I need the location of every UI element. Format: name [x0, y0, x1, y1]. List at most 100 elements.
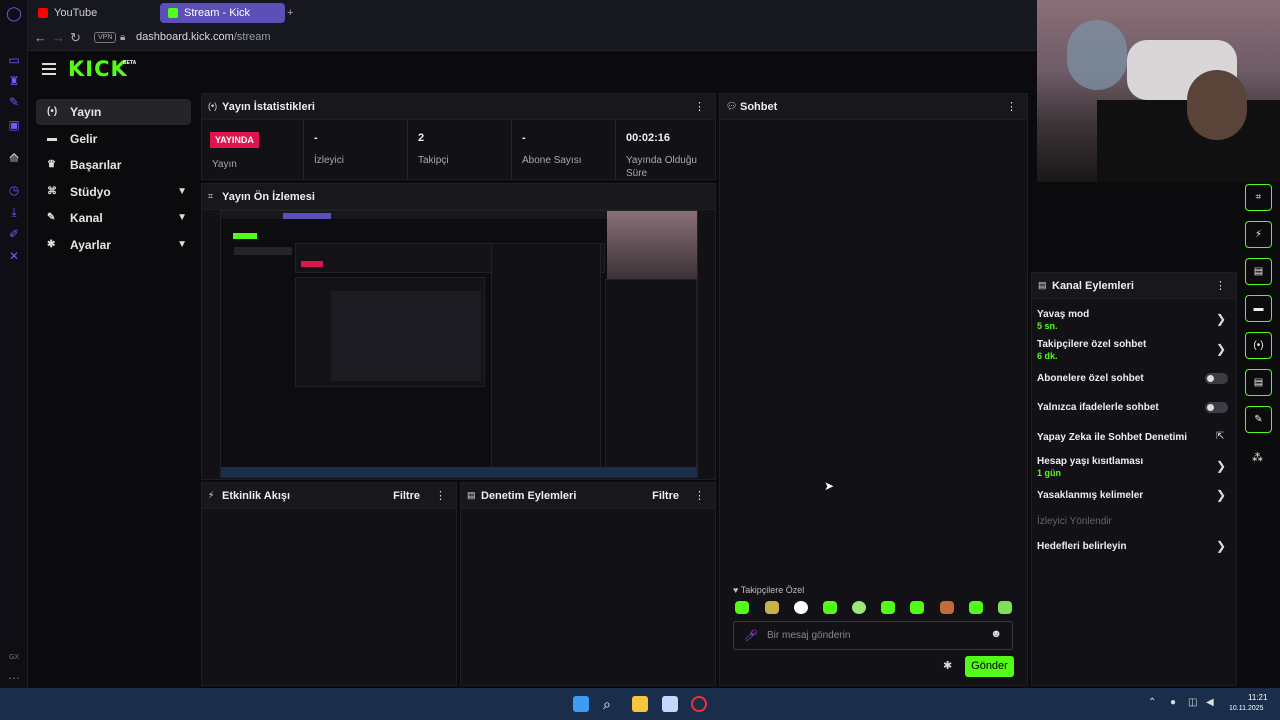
chevron-right-icon[interactable]: ❯	[1216, 342, 1226, 356]
subscribers-only-toggle[interactable]	[1205, 373, 1228, 384]
rail-pencil-icon[interactable]: ✎	[6, 94, 22, 110]
chat-settings-icon[interactable]: ✱	[943, 659, 952, 672]
action-followers-only[interactable]: Takipçilere özel sohbet 6 dk.	[1037, 339, 1146, 361]
browser-side-rail: ◯ ▭ ♜ ✎ ▣ ⟰ ◷ ⤓ ✐ ✕ GX ⋯	[0, 0, 28, 688]
action-set-goals[interactable]: Hedefleri belirleyin	[1037, 541, 1126, 552]
send-button[interactable]: Gönder	[965, 656, 1014, 677]
chat-placeholder: Bir mesaj gönderin	[767, 630, 851, 641]
address-bar: ← → ↻ VPN 🔒︎ dashboard.kick.com/stream	[28, 25, 1038, 51]
panel-title: Sohbet	[740, 101, 778, 113]
broadcast-icon: (•)	[47, 106, 58, 117]
chevron-right-icon[interactable]: ❯	[1216, 488, 1226, 502]
sidebar-item-studyo[interactable]: ⌘ Stüdyo ▼	[36, 179, 191, 205]
filter-button[interactable]: Filtre	[652, 490, 679, 502]
emotes-only-toggle[interactable]	[1205, 402, 1228, 413]
stats-toggle-icon[interactable]: (•)	[1245, 332, 1272, 359]
microphone-tray-icon[interactable]: ●	[1170, 697, 1176, 708]
preview-toggle-icon[interactable]: ⌗	[1245, 184, 1272, 211]
tray-chevron-icon[interactable]: ⌃	[1148, 697, 1156, 708]
rail-messenger-icon[interactable]: ▭	[6, 52, 22, 68]
chevron-right-icon[interactable]: ❯	[1216, 539, 1226, 553]
action-account-age[interactable]: Hesap yaşı kısıtlaması 1 gün	[1037, 456, 1143, 478]
rail-more-icon[interactable]: ⋯	[6, 670, 22, 686]
emote-button[interactable]	[998, 601, 1012, 614]
rail-edit-icon[interactable]: ✐	[6, 226, 22, 242]
emote-button[interactable]	[823, 601, 837, 614]
stat-value: 00:02:16	[626, 132, 671, 144]
emote-button[interactable]	[735, 601, 749, 614]
action-slow-mode[interactable]: Yavaş mod 5 sn.	[1037, 309, 1089, 331]
rail-tools-icon[interactable]: ✕	[6, 248, 22, 264]
dashboard-sidebar: (•) Yayın ▬ Gelir ♛ Başarılar ⌘ Stüdyo ▼ ✎ Kan…	[28, 91, 198, 688]
windows-start-icon[interactable]	[573, 696, 589, 712]
back-icon[interactable]: ←	[34, 30, 47, 45]
activity-toggle-icon[interactable]: ⚡︎	[1245, 221, 1272, 248]
clock-date[interactable]: 10.11.2025	[1229, 705, 1264, 712]
emote-button[interactable]	[969, 601, 983, 614]
forward-icon[interactable]: →	[52, 30, 65, 45]
layout-icon[interactable]: ⁂	[1252, 451, 1263, 464]
kick-logo[interactable]: KICK	[68, 57, 128, 81]
sidebar-item-yayin[interactable]: (•) Yayın	[36, 99, 191, 125]
channel-actions-toggle-icon[interactable]: ▤	[1245, 369, 1272, 396]
chat-toggle-icon[interactable]: ▬	[1245, 295, 1272, 322]
more-options-icon[interactable]: ⋮	[694, 100, 705, 113]
sidebar-item-ayarlar[interactable]: ✱ Ayarlar ▼	[36, 232, 191, 258]
chevron-right-icon[interactable]: ❯	[1216, 312, 1226, 326]
action-label: Abonelere özel sohbet	[1037, 373, 1144, 384]
rail-vpn-icon[interactable]: ⟰	[6, 150, 22, 166]
reload-icon[interactable]: ↻	[70, 30, 81, 46]
stat-label: Abone Sayısı	[522, 155, 582, 166]
stat-value: -	[314, 132, 318, 144]
rail-download-icon[interactable]: ⤓	[6, 204, 22, 220]
opera-gx-taskbar-icon[interactable]	[691, 696, 707, 712]
emote-button[interactable]	[910, 601, 924, 614]
channel-actions-icon: ▤	[1038, 280, 1047, 290]
tools-toggle-icon[interactable]: ✎	[1245, 406, 1272, 433]
emote-button[interactable]	[881, 601, 895, 614]
tab-youtube[interactable]: YouTube	[30, 3, 155, 23]
menu-icon[interactable]	[42, 63, 56, 75]
vpn-badge[interactable]: VPN	[94, 32, 117, 43]
sidebar-item-basarilar[interactable]: ♛ Başarılar	[36, 152, 191, 178]
new-tab-button[interactable]: +	[287, 3, 301, 23]
microphone-icon[interactable]: 🎤︎	[744, 629, 758, 642]
action-ai-moderation[interactable]: Yapay Zeka ile Sohbet Denetimi	[1037, 432, 1187, 443]
external-link-icon[interactable]: ⇱	[1216, 431, 1224, 442]
tab-kick-dashboard[interactable]: Stream - Kick Dashboard	[160, 3, 285, 39]
emote-button[interactable]	[794, 601, 808, 614]
opera-logo-icon[interactable]: ◯	[6, 5, 22, 21]
more-options-icon[interactable]: ⋮	[1215, 279, 1226, 292]
sidebar-item-gelir[interactable]: ▬ Gelir	[36, 126, 191, 152]
stream-preview-video[interactable]	[220, 210, 698, 478]
sidebar-item-kanal[interactable]: ✎ Kanal ▼	[36, 205, 191, 231]
rail-trophy-icon[interactable]: ♜	[6, 73, 22, 89]
panel-header: ▤ Kanal Eylemleri ⋮	[1032, 273, 1236, 299]
more-options-icon[interactable]: ⋮	[1006, 100, 1017, 113]
more-options-icon[interactable]: ⋮	[694, 489, 705, 502]
app-icon[interactable]	[662, 696, 678, 712]
rail-twitch-icon[interactable]: ▣	[6, 117, 22, 133]
filter-button[interactable]: Filtre	[393, 490, 420, 502]
action-banned-words[interactable]: Yasaklanmış kelimeler	[1037, 490, 1143, 501]
rail-history-icon[interactable]: ◷	[6, 182, 22, 198]
emoji-icon[interactable]: ☻	[990, 628, 1002, 640]
url-field[interactable]: dashboard.kick.com/stream	[136, 31, 271, 43]
action-sub: 6 dk.	[1037, 351, 1058, 361]
emote-button[interactable]	[852, 601, 866, 614]
live-badge: YAYINDA	[210, 132, 259, 148]
chevron-right-icon[interactable]: ❯	[1216, 459, 1226, 473]
emote-button[interactable]	[940, 601, 954, 614]
chat-message-input[interactable]: 🎤︎ Bir mesaj gönderin ☻	[733, 621, 1013, 650]
kick-header: KICK BETA	[28, 51, 1038, 91]
action-label: Hesap yaşı kısıtlaması	[1037, 456, 1144, 467]
action-label: Yalnızca ifadelerle sohbet	[1037, 402, 1159, 413]
emote-button[interactable]	[765, 601, 779, 614]
file-explorer-icon[interactable]	[632, 696, 648, 712]
volume-icon[interactable]: ◀	[1206, 697, 1214, 708]
search-icon[interactable]: ⌕	[603, 696, 619, 712]
more-options-icon[interactable]: ⋮	[435, 489, 446, 502]
moderation-toggle-icon[interactable]: ▤	[1245, 258, 1272, 285]
network-icon[interactable]: ◫	[1188, 697, 1197, 708]
clock-time[interactable]: 11:21	[1248, 693, 1267, 702]
